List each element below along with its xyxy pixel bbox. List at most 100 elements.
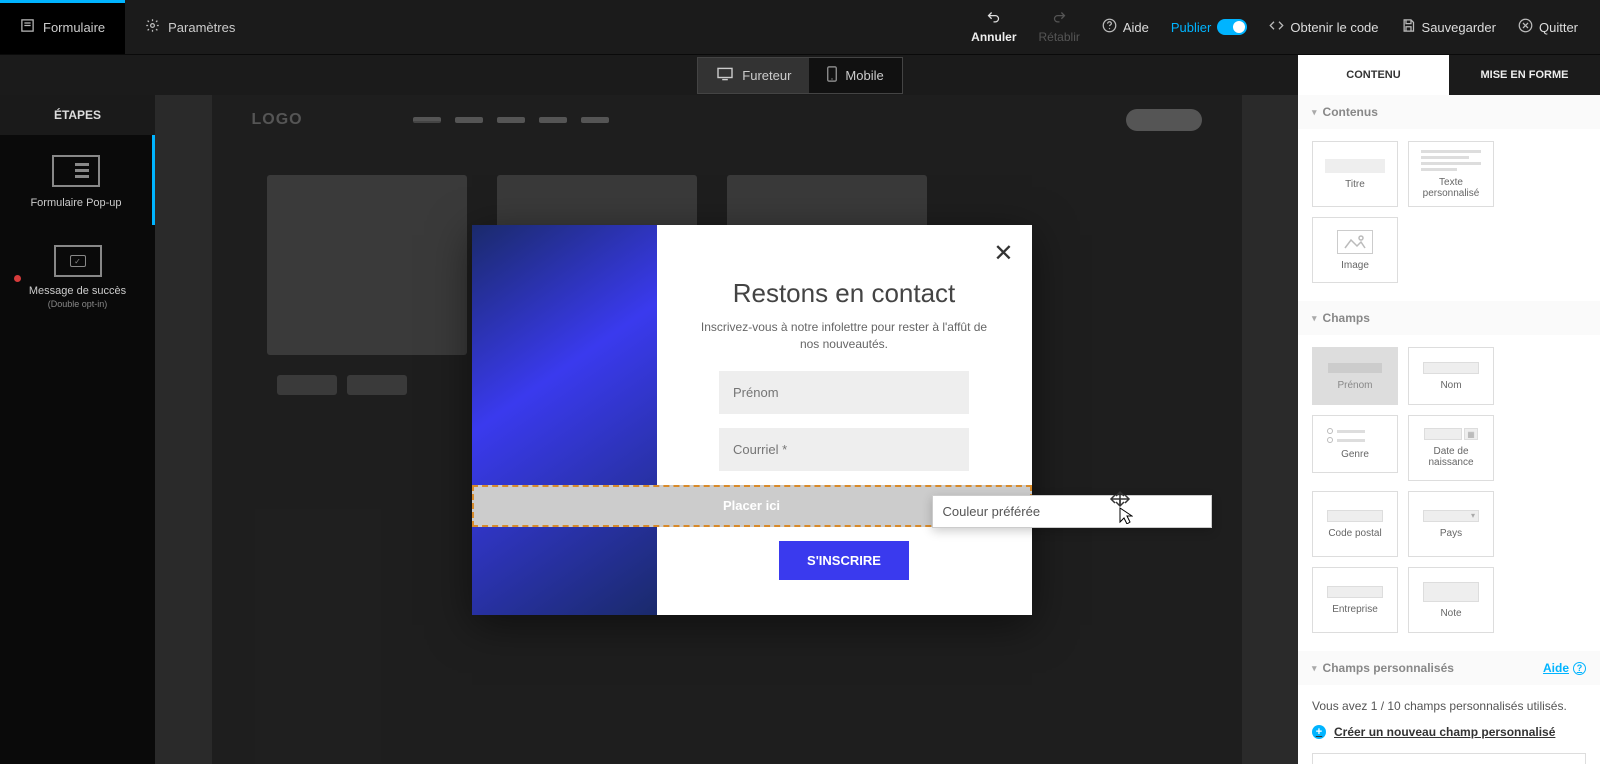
field-nom[interactable]: Nom xyxy=(1408,347,1494,405)
section-contenus-label: Contenus xyxy=(1323,105,1378,119)
undo-button[interactable]: Annuler xyxy=(971,10,1016,44)
subscribe-button[interactable]: S'INSCRIRE xyxy=(779,541,909,580)
sidebar-header: ÉTAPES xyxy=(0,95,155,135)
field-note[interactable]: Note xyxy=(1408,567,1494,633)
tab-mise-en-forme[interactable]: MISE EN FORME xyxy=(1449,55,1600,95)
tab-formulaire[interactable]: Formulaire xyxy=(0,0,125,54)
popup-icon xyxy=(52,155,100,187)
field-entreprise[interactable]: Entreprise xyxy=(1312,567,1398,633)
dragging-field[interactable]: Couleur préférée xyxy=(932,495,1212,528)
undo-icon xyxy=(986,10,1001,28)
get-code-label: Obtenir le code xyxy=(1290,20,1378,35)
help-icon xyxy=(1102,18,1117,36)
gear-icon xyxy=(145,18,160,36)
editor-canvas: LOGO ✕ Restons en contact Inscrivez-vous… xyxy=(155,95,1298,764)
step-form-popup[interactable]: Formulaire Pop-up xyxy=(0,135,155,225)
help-button[interactable]: Aide xyxy=(1102,18,1149,36)
close-icon[interactable]: ✕ xyxy=(993,239,1013,268)
custom-fields-count: Vous avez 1 / 10 champs personnalisés ut… xyxy=(1312,699,1586,713)
undo-label: Annuler xyxy=(971,30,1016,44)
redo-icon xyxy=(1052,10,1067,28)
subscribe-label: S'INSCRIRE xyxy=(807,553,881,568)
chevron-down-icon: ▾ xyxy=(1312,107,1317,118)
block-label: Texte personnalisé xyxy=(1413,177,1489,199)
step-sublabel: (Double opt-in) xyxy=(8,299,147,309)
left-sidebar: ÉTAPES Formulaire Pop-up ✓ Message de su… xyxy=(0,95,155,764)
publish-label: Publier xyxy=(1171,20,1211,35)
section-custom-header[interactable]: ▾ Champs personnalisés Aide ? xyxy=(1298,651,1600,685)
create-custom-field-label: Créer un nouveau champ personnalisé xyxy=(1334,725,1555,739)
mock-card xyxy=(267,175,467,355)
block-label: Pays xyxy=(1440,528,1462,539)
tab-parametres-label: Paramètres xyxy=(168,20,235,35)
mock-nav xyxy=(413,117,609,123)
step-success-message[interactable]: ✓ Message de succès (Double opt-in) xyxy=(0,225,155,325)
dragging-field-label: Couleur préférée xyxy=(943,504,1041,519)
step-label: Message de succès xyxy=(8,285,147,297)
header-actions: Annuler Rétablir Aide Publier Obtenir le… xyxy=(971,0,1600,54)
block-texte-personnalise[interactable]: Texte personnalisé xyxy=(1408,141,1494,207)
publish-switch-icon xyxy=(1217,19,1247,35)
device-desktop[interactable]: Fureteur xyxy=(698,58,809,93)
browser-preview: LOGO ✕ Restons en contact Inscrivez-vous… xyxy=(212,95,1242,764)
step-label: Formulaire Pop-up xyxy=(8,197,144,209)
block-label: Date de naissance xyxy=(1413,446,1489,468)
save-icon xyxy=(1401,18,1416,36)
quit-icon xyxy=(1518,18,1533,36)
redo-label: Rétablir xyxy=(1039,30,1080,44)
block-label: Code postal xyxy=(1328,528,1381,539)
device-mobile[interactable]: Mobile xyxy=(809,58,901,93)
save-button[interactable]: Sauvegarder xyxy=(1401,18,1496,36)
popup-image-panel xyxy=(472,225,657,615)
contenus-grid: Titre Texte personnalisé Image xyxy=(1298,129,1600,301)
block-label: Titre xyxy=(1345,179,1365,190)
tab-parametres[interactable]: Paramètres xyxy=(125,0,255,54)
aide-label: Aide xyxy=(1543,661,1569,675)
device-desktop-label: Fureteur xyxy=(742,68,791,83)
get-code-button[interactable]: Obtenir le code xyxy=(1269,18,1378,36)
right-panel-tabs: CONTENU MISE EN FORME xyxy=(1298,55,1600,95)
field-code-postal[interactable]: Code postal xyxy=(1312,491,1398,557)
quit-label: Quitter xyxy=(1539,20,1578,35)
publish-toggle[interactable]: Publier xyxy=(1171,19,1247,35)
block-label: Note xyxy=(1440,608,1461,619)
device-mobile-label: Mobile xyxy=(845,68,883,83)
field-date-naissance[interactable]: ▦ Date de naissance xyxy=(1408,415,1494,481)
field-genre[interactable]: Genre xyxy=(1312,415,1398,473)
chevron-down-icon: ▾ xyxy=(1312,313,1317,324)
block-label: Genre xyxy=(1341,449,1369,460)
popup-subtitle: Inscrivez-vous à notre infolettre pour r… xyxy=(697,319,992,353)
quit-button[interactable]: Quitter xyxy=(1518,18,1578,36)
help-circle-icon: ? xyxy=(1573,662,1586,675)
block-titre[interactable]: Titre xyxy=(1312,141,1398,207)
desktop-icon xyxy=(716,67,734,84)
mock-cta xyxy=(1126,109,1202,131)
section-champs-label: Champs xyxy=(1323,311,1370,325)
field-pays[interactable]: ▾ Pays xyxy=(1408,491,1494,557)
device-group: Fureteur Mobile xyxy=(697,57,902,94)
plus-icon: + xyxy=(1312,725,1326,739)
popup-title: Restons en contact xyxy=(687,278,1002,309)
popup-preview: ✕ Restons en contact Inscrivez-vous à no… xyxy=(472,225,1032,615)
custom-field-input[interactable] xyxy=(1312,753,1586,764)
app-header: Formulaire Paramètres Annuler Rétablir A… xyxy=(0,0,1600,55)
prenom-input[interactable] xyxy=(719,371,969,414)
courriel-input[interactable] xyxy=(719,428,969,471)
tab-contenu[interactable]: CONTENU xyxy=(1298,55,1449,95)
block-label: Entreprise xyxy=(1332,604,1378,615)
help-label: Aide xyxy=(1123,20,1149,35)
right-panel: CONTENU MISE EN FORME ▾ Contenus Titre T… xyxy=(1298,55,1600,764)
block-label: Prénom xyxy=(1337,380,1372,391)
code-icon xyxy=(1269,18,1284,36)
section-champs-header[interactable]: ▾ Champs xyxy=(1298,301,1600,335)
tab-formulaire-label: Formulaire xyxy=(43,20,105,35)
create-custom-field-link[interactable]: + Créer un nouveau champ personnalisé xyxy=(1312,725,1586,739)
image-icon xyxy=(1337,230,1373,254)
field-prenom[interactable]: Prénom xyxy=(1312,347,1398,405)
mock-logo: LOGO xyxy=(252,111,303,129)
block-label: Image xyxy=(1341,260,1369,271)
custom-help-link[interactable]: Aide ? xyxy=(1543,661,1586,675)
popup-content: ✕ Restons en contact Inscrivez-vous à no… xyxy=(657,225,1032,615)
section-contenus-header[interactable]: ▾ Contenus xyxy=(1298,95,1600,129)
block-image[interactable]: Image xyxy=(1312,217,1398,283)
